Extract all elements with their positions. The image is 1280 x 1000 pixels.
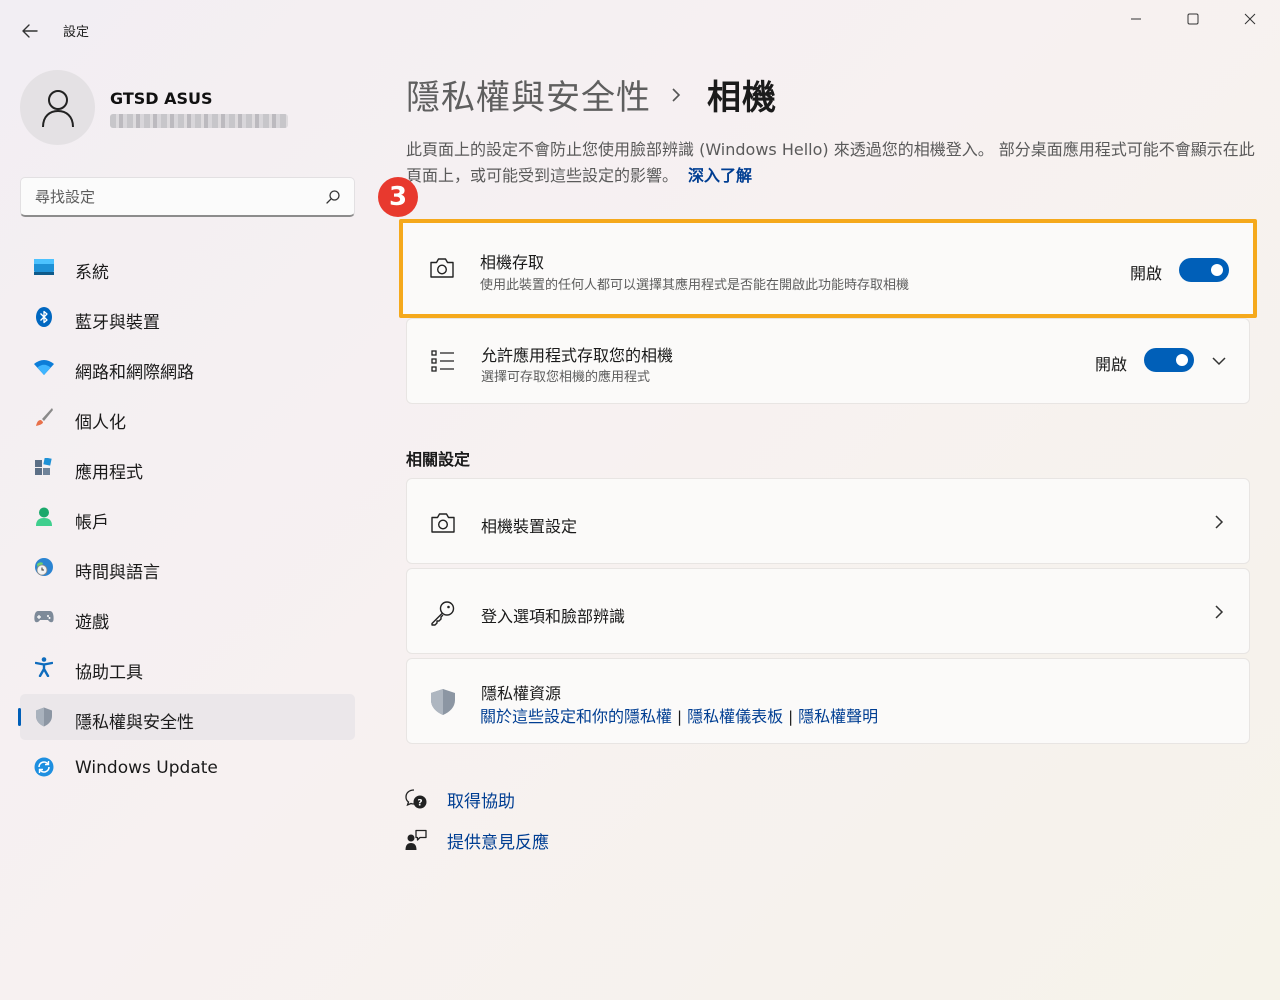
app-title: 設定 (63, 25, 90, 40)
user-name: GTSD ASUS (110, 89, 213, 108)
account-icon (34, 507, 54, 527)
link-separator: | (677, 708, 683, 726)
svg-text:?: ? (417, 799, 422, 809)
privacy-dashboard-link[interactable]: 隱私權儀表板 (687, 707, 783, 726)
avatar (20, 70, 95, 145)
sidebar-item-system[interactable]: 系統 (20, 244, 355, 290)
sidebar-item-accessibility[interactable]: 協助工具 (20, 644, 355, 690)
app-access-title: 允許應用程式存取您的相機 (481, 346, 674, 365)
app-access-toggle[interactable] (1144, 348, 1194, 372)
shield-icon (34, 707, 54, 727)
apps-icon (34, 457, 54, 477)
maximize-icon (1187, 13, 1199, 25)
link-separator: | (788, 708, 794, 726)
sidebar-item-apps[interactable]: 應用程式 (20, 444, 355, 490)
privacy-statement-link[interactable]: 隱私權聲明 (798, 707, 878, 726)
close-button[interactable] (1230, 5, 1270, 33)
title-bar: 設定 (0, 0, 1280, 60)
camera-device-settings-card[interactable]: 相機裝置設定 (406, 478, 1250, 564)
search-input[interactable] (35, 186, 315, 208)
user-email-redacted (110, 114, 288, 128)
privacy-about-link[interactable]: 關於這些設定和你的隱私權 (480, 707, 672, 726)
key-icon (429, 599, 457, 627)
chevron-right-icon (1211, 604, 1227, 620)
sidebar-item-gaming[interactable]: 遊戲 (20, 594, 355, 640)
app-access-subtitle: 選擇可存取您相機的應用程式 (481, 370, 651, 385)
breadcrumb-parent[interactable]: 隱私權與安全性 (406, 70, 651, 119)
feedback-icon (404, 828, 428, 852)
update-icon (34, 757, 54, 777)
close-icon (1244, 13, 1256, 25)
list-icon (429, 347, 457, 375)
get-help-link[interactable]: ? 取得協助 (404, 786, 515, 812)
active-indicator (18, 708, 21, 726)
camera-access-state: 開啟 (1130, 264, 1163, 283)
signin-options-title: 登入選項和臉部辨識 (481, 607, 626, 626)
description-text: 此頁面上的設定不會防止您使用臉部辨識 (Windows Hello) 來透過您的… (406, 140, 1255, 185)
person-icon (41, 89, 74, 127)
signin-options-card[interactable]: 登入選項和臉部辨識 (406, 568, 1250, 654)
sidebar-nav: 系統 藍牙與裝置 網路和網際網路 個人化 應用程式 帳戶 時間與語言 遊戲 協助… (18, 244, 355, 794)
sidebar-item-windows-update[interactable]: Windows Update (20, 744, 355, 790)
camera-access-title: 相機存取 (480, 253, 545, 272)
app-camera-access-card[interactable]: 允許應用程式存取您的相機 選擇可存取您相機的應用程式 開啟 (406, 318, 1250, 404)
sidebar-item-personalization[interactable]: 個人化 (20, 394, 355, 440)
sidebar-item-network[interactable]: 網路和網際網路 (20, 344, 355, 390)
shield-icon (429, 688, 457, 716)
learn-more-link[interactable]: 深入了解 (688, 166, 752, 185)
chevron-right-icon (1211, 514, 1227, 530)
sidebar-item-privacy-security[interactable]: 隱私權與安全性 (18, 694, 355, 740)
accessibility-icon (34, 657, 54, 677)
camera-device-settings-title: 相機裝置設定 (481, 517, 578, 536)
privacy-resources-links: 關於這些設定和你的隱私權 | 隱私權儀表板 | 隱私權聲明 (480, 703, 878, 727)
user-profile[interactable]: GTSD ASUS (20, 70, 360, 146)
breadcrumb: 隱私權與安全性 相機 (406, 70, 777, 119)
search-box[interactable] (20, 177, 355, 217)
system-icon (34, 257, 54, 277)
sidebar-item-accounts[interactable]: 帳戶 (20, 494, 355, 540)
sidebar-item-time-language[interactable]: 時間與語言 (20, 544, 355, 590)
minimize-icon (1131, 18, 1141, 20)
camera-access-toggle[interactable] (1179, 258, 1229, 282)
step-badge: 3 (378, 177, 418, 217)
brush-icon (34, 407, 54, 427)
gamepad-icon (34, 607, 54, 627)
page-description: 此頁面上的設定不會防止您使用臉部辨識 (Windows Hello) 來透過您的… (406, 137, 1256, 189)
feedback-link[interactable]: 提供意見反應 (404, 827, 549, 853)
toggle-knob (1176, 354, 1188, 366)
time-language-icon (34, 557, 54, 577)
app-access-state: 開啟 (1095, 355, 1128, 374)
bluetooth-icon (34, 307, 54, 327)
search-icon[interactable] (324, 188, 342, 206)
back-arrow-icon (22, 24, 38, 38)
maximize-button[interactable] (1173, 5, 1213, 33)
page-title: 相機 (707, 78, 777, 118)
related-settings-heading: 相關設定 (406, 450, 471, 469)
chevron-right-icon (671, 85, 685, 105)
privacy-resources-card: 隱私權資源 (406, 658, 1250, 744)
camera-access-subtitle: 使用此裝置的任何人都可以選擇其應用程式是否能在開啟此功能時存取相機 (480, 278, 910, 293)
sidebar-item-bluetooth[interactable]: 藍牙與裝置 (20, 294, 355, 340)
camera-icon (428, 254, 456, 282)
camera-icon (429, 509, 457, 537)
wifi-icon (34, 357, 54, 377)
minimize-button[interactable] (1116, 5, 1156, 33)
camera-access-card: 相機存取 使用此裝置的任何人都可以選擇其應用程式是否能在開啟此功能時存取相機 開… (399, 219, 1257, 318)
help-icon: ? (404, 787, 428, 811)
toggle-knob (1211, 264, 1223, 276)
privacy-resources-title: 隱私權資源 (481, 684, 562, 703)
chevron-down-icon[interactable] (1211, 353, 1227, 369)
back-button[interactable] (14, 17, 46, 45)
